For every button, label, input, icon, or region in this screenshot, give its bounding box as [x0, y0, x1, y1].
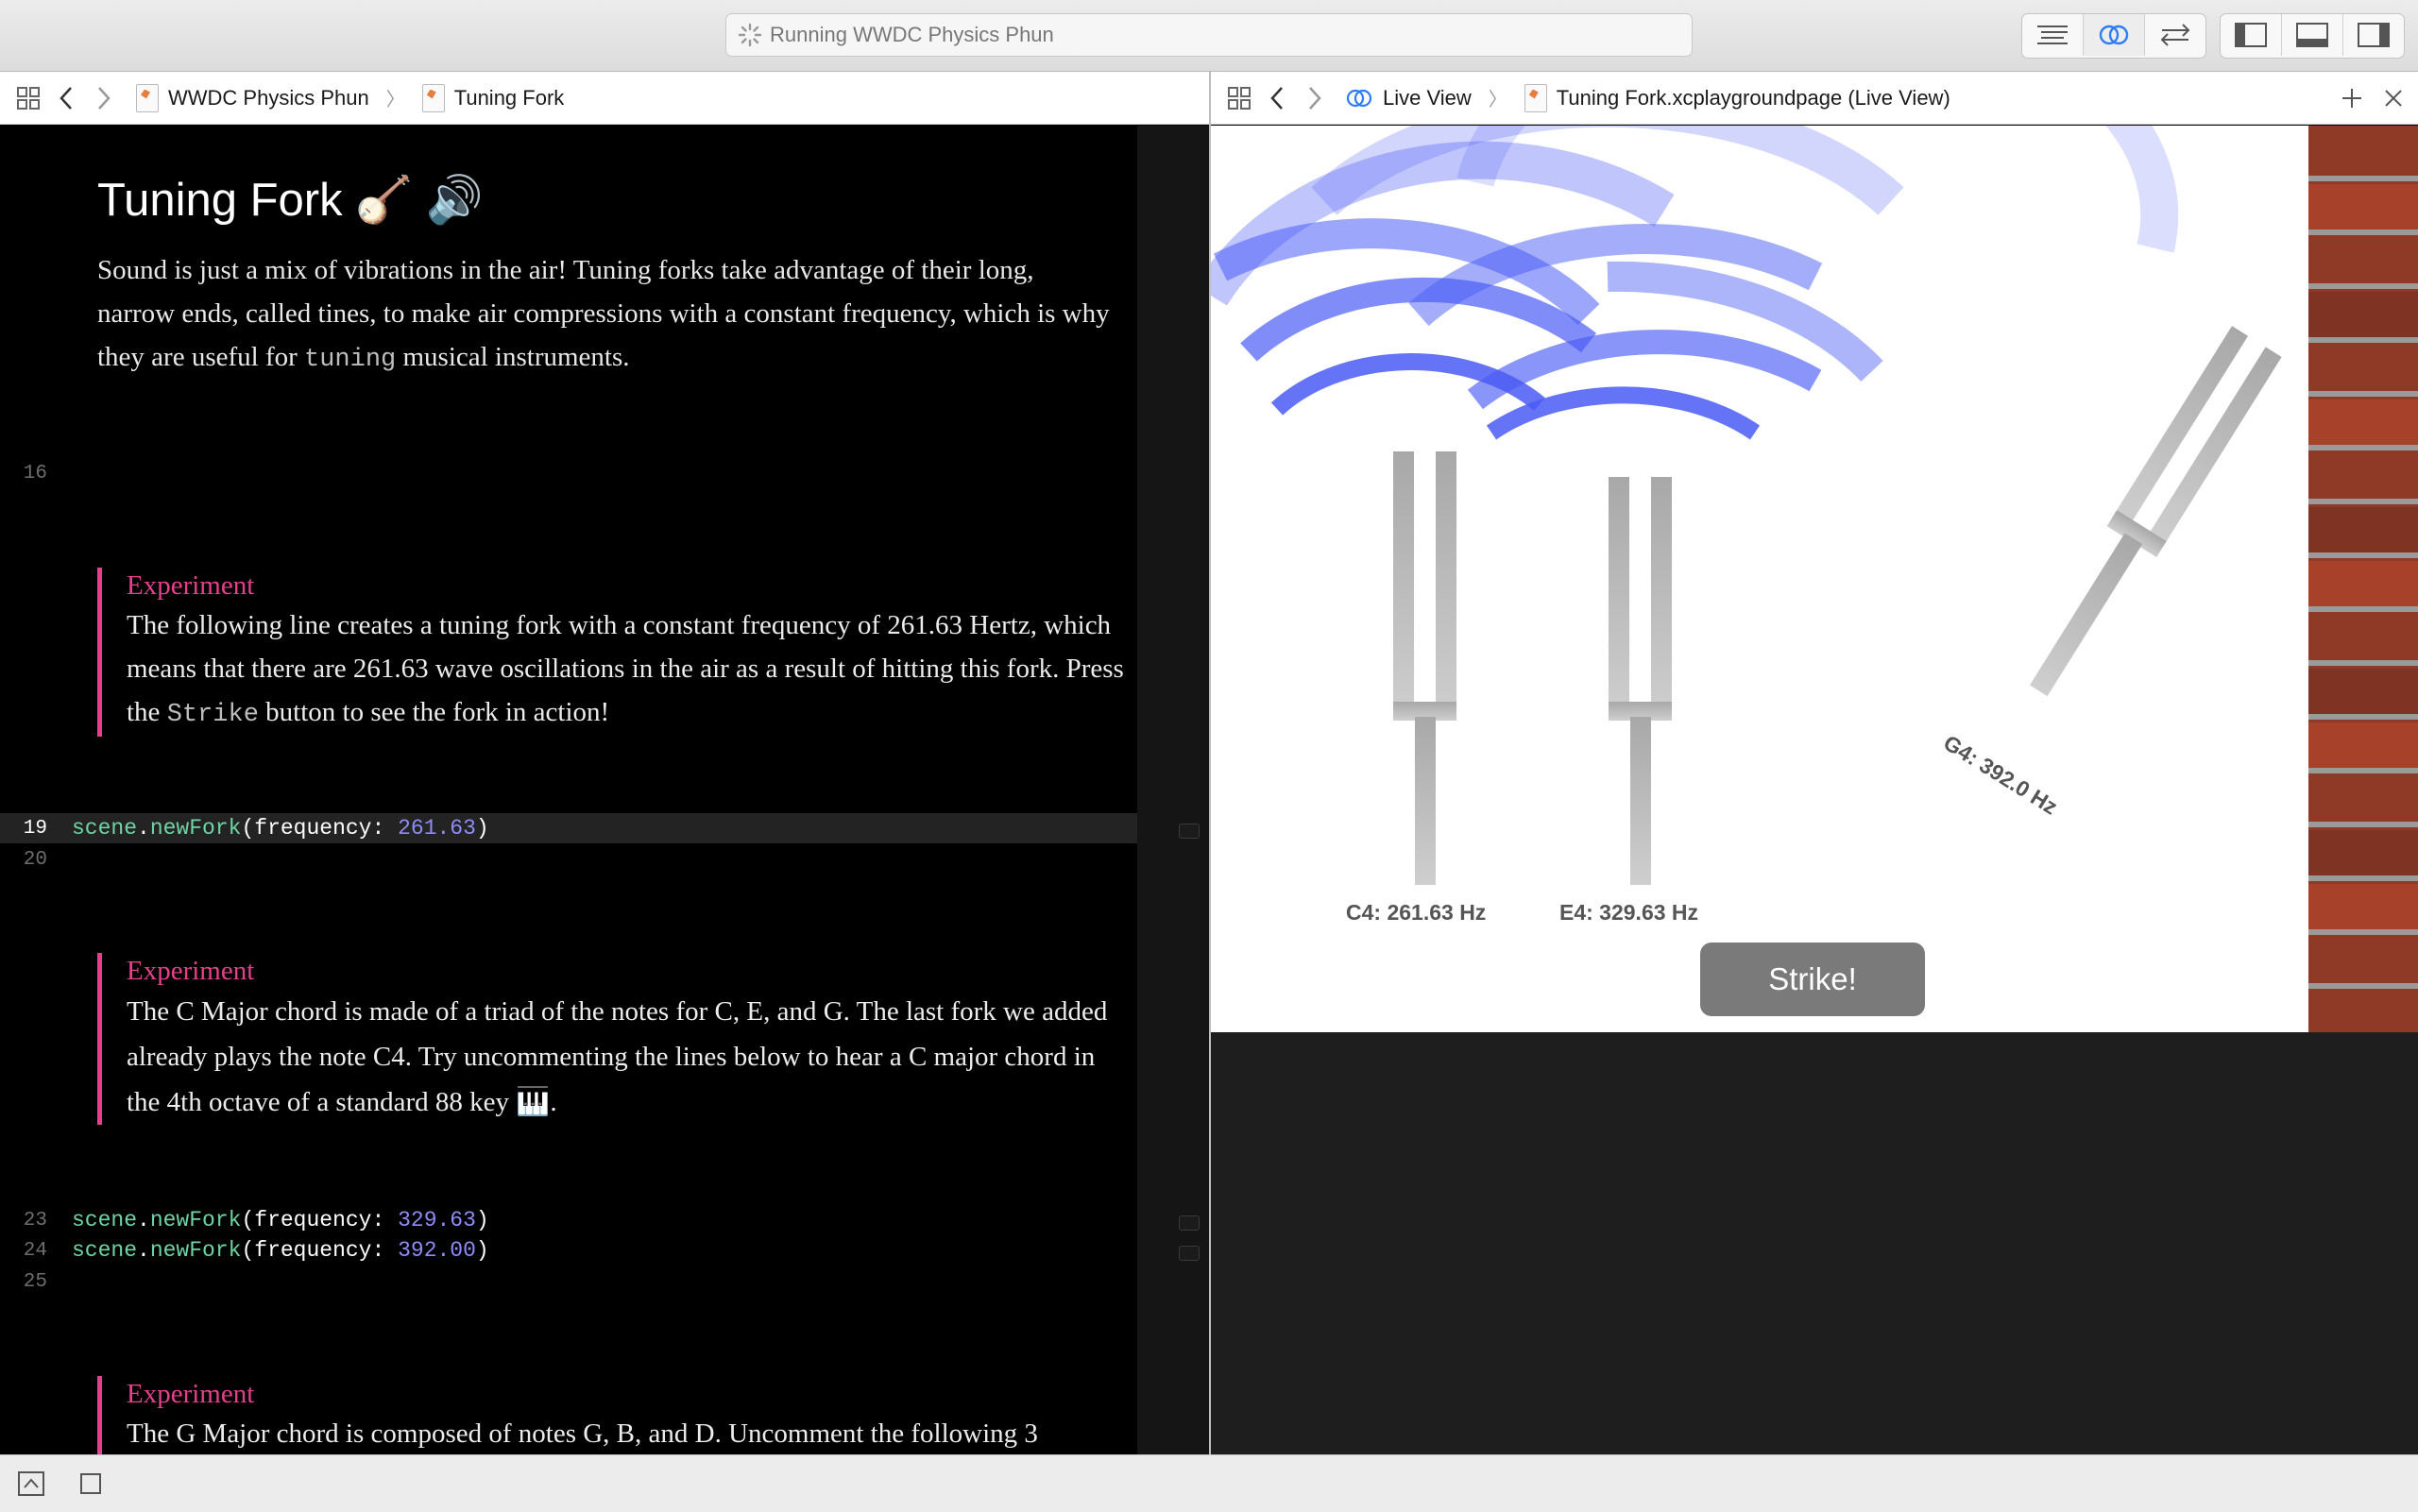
chevron-right-icon[interactable] [1296, 79, 1334, 117]
code-function: newFork [149, 1208, 242, 1232]
debug-area-toggle-button[interactable] [2282, 14, 2343, 56]
code-param: frequency: [254, 816, 399, 841]
brick-wall [2308, 126, 2418, 1032]
debug-bar [0, 1454, 2418, 1512]
experiment-body: The following line creates a tuning fork… [127, 603, 1128, 737]
fork-frequency-label: C4: 261.63 Hz [1346, 900, 1487, 925]
code-object: scene [72, 1208, 138, 1232]
editor-version-icon [2160, 24, 2190, 46]
tuning-fork-c4 [1393, 451, 1456, 885]
swift-file-icon [136, 83, 159, 112]
right-jump-bar: Live View 〉 Tuning Fork.xcplaygroundpage… [1211, 72, 2418, 125]
breadcrumb: WWDC Physics Phun 〉 Tuning Fork [136, 83, 565, 112]
view-toggle-segment [2220, 13, 2405, 59]
breadcrumb-project[interactable]: WWDC Physics Phun [168, 86, 369, 110]
tuning-fork-g4 [2029, 326, 2282, 697]
source-editor[interactable]: Tuning Fork 🪕 🔊 Sound is just a mix of v… [0, 126, 1137, 1454]
result-marker[interactable] [1179, 824, 1200, 839]
grid-icon[interactable] [1220, 79, 1258, 117]
line-number: 19 [23, 818, 47, 840]
playground-page-icon [421, 83, 445, 112]
experiment-text-end: button to see the fork in action! [258, 697, 610, 727]
result-marker[interactable] [1179, 1246, 1200, 1261]
activity-view: Running WWDC Physics Phun [725, 13, 1693, 57]
code-param: frequency: [254, 1238, 399, 1263]
code-number: 261.63 [398, 816, 476, 841]
line-number: 25 [23, 1271, 47, 1293]
intro-text-end: musical instruments. [396, 342, 630, 372]
chevron-right-icon[interactable] [85, 79, 123, 117]
utilities-toggle-button[interactable] [2343, 14, 2404, 56]
editor-version-button[interactable] [2145, 14, 2205, 56]
experiment-callout: Experiment The following line creates a … [97, 568, 1128, 737]
editor-standard-icon [2037, 25, 2068, 44]
live-view-breadcrumb: Live View 〉 Tuning Fork.xcplaygroundpage… [1345, 83, 1950, 112]
activity-text: Running WWDC Physics Phun [770, 23, 1054, 46]
breadcrumb-separator-icon: 〉 [1488, 90, 1507, 110]
code-function: newFork [149, 1238, 242, 1263]
playground-page-icon [1524, 83, 1547, 112]
fork-frequency-label: E4: 329.63 Hz [1559, 900, 1699, 925]
line-number: 23 [23, 1210, 47, 1232]
intro-code: tuning [304, 346, 397, 374]
page-title: Tuning Fork 🪕 🔊 [97, 175, 484, 226]
chevron-left-icon[interactable] [1258, 79, 1296, 117]
live-view-icon [1346, 89, 1372, 107]
close-icon[interactable] [2375, 79, 2412, 117]
grid-icon[interactable] [9, 79, 47, 117]
code-line[interactable]: scene.newFork(frequency: 329.63) [72, 1208, 489, 1232]
tuning-fork-e4 [1609, 477, 1672, 885]
experiment-label: Experiment [127, 1379, 255, 1409]
code-number: 392.00 [398, 1238, 476, 1263]
strike-button[interactable]: Strike! [1700, 943, 1925, 1016]
editor-assistant-button[interactable] [2084, 14, 2145, 56]
experiment-code: Strike [166, 701, 259, 729]
line-number: 16 [23, 463, 47, 484]
result-sidebar [1137, 126, 1211, 1454]
intro-paragraph: Sound is just a mix of vibrations in the… [97, 248, 1117, 382]
code-line[interactable]: scene.newFork(frequency: 261.63) [72, 816, 489, 841]
code-line[interactable]: scene.newFork(frequency: 392.00) [72, 1238, 489, 1263]
code-number: 329.63 [398, 1208, 476, 1232]
breadcrumb-page[interactable]: Tuning Fork [454, 86, 565, 110]
editor-standard-button[interactable] [2022, 14, 2084, 56]
code-function: newFork [149, 816, 242, 841]
breadcrumb-live-view-page[interactable]: Tuning Fork.xcplaygroundpage (Live View) [1557, 86, 1950, 110]
sound-waves [1211, 126, 2282, 885]
spinner-icon [738, 23, 762, 47]
result-marker[interactable] [1179, 1215, 1200, 1231]
experiment-body: The C Major chord is made of a triad of … [127, 996, 1108, 1117]
editor-mode-segment [2021, 13, 2206, 59]
experiment-callout: Experiment The C Major chord is made of … [97, 953, 1128, 1125]
line-number: 20 [23, 849, 47, 871]
stop-icon[interactable] [79, 1472, 102, 1500]
editor-assistant-icon [2099, 25, 2129, 45]
utilities-toggle-icon [2358, 23, 2390, 47]
toolbar: Running WWDC Physics Phun [0, 0, 2418, 72]
experiment-callout: Experiment The G Major chord is composed… [97, 1376, 1128, 1454]
plus-icon[interactable] [2333, 79, 2371, 117]
code-param: frequency: [254, 1208, 399, 1232]
debug-area-toggle-icon [2296, 23, 2328, 47]
live-view-background [1211, 1032, 2418, 1454]
line-number: 24 [23, 1240, 47, 1262]
left-jump-bar: WWDC Physics Phun 〉 Tuning Fork [0, 72, 1209, 125]
experiment-label: Experiment [127, 570, 255, 601]
experiment-body: The G Major chord is composed of notes G… [127, 1419, 1038, 1449]
code-object: scene [72, 816, 138, 841]
live-view[interactable]: C4: 261.63 Hz E4: 329.63 Hz G4: 392.0 Hz… [1211, 126, 2418, 1032]
experiment-label: Experiment [127, 956, 255, 986]
navigator-toggle-button[interactable] [2221, 14, 2282, 56]
breadcrumb-separator-icon: 〉 [385, 90, 405, 110]
breadcrumb-live-view[interactable]: Live View [1383, 86, 1472, 110]
code-object: scene [72, 1238, 138, 1263]
navigator-toggle-icon [2235, 23, 2267, 47]
hide-debug-icon[interactable] [17, 1470, 45, 1502]
chevron-left-icon[interactable] [47, 79, 85, 117]
